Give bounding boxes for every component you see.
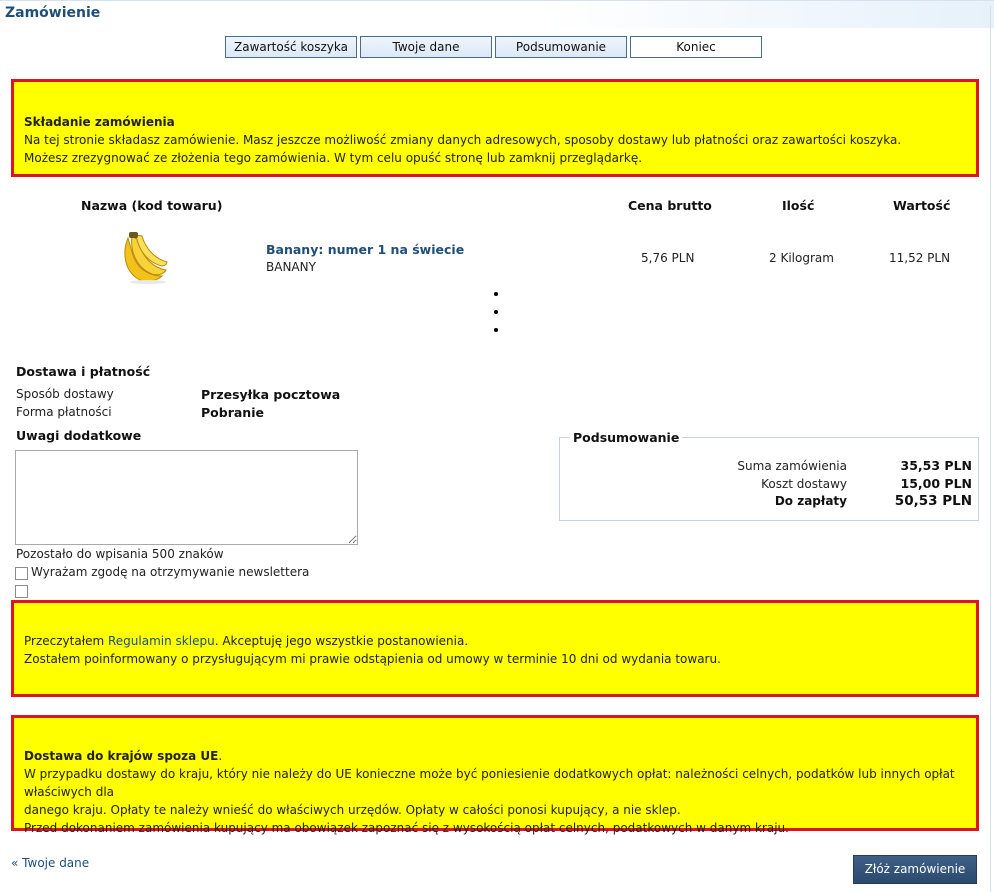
- shipping-cost-value: 15,00 PLN: [900, 476, 972, 491]
- eu-delivery-notice: Dostawa do krajów spoza UE. W przypadku …: [11, 715, 979, 835]
- eu-notice-heading: Dostawa do krajów spoza UE: [24, 749, 219, 763]
- order-sum-label: Suma zamówienia: [737, 459, 847, 473]
- step-your-data[interactable]: Twoje dane: [360, 36, 492, 58]
- ellipsis-dot: [494, 292, 498, 296]
- product-qty: 2 Kilogram: [769, 251, 834, 265]
- shipping-cost-label: Koszt dostawy: [761, 477, 847, 491]
- order-notice-line1: Na tej stronie składasz zamówienie. Masz…: [24, 133, 902, 147]
- content-border: [990, 6, 991, 892]
- payment-method-label: Forma płatności: [16, 405, 112, 419]
- step-summary[interactable]: Podsumowanie: [495, 36, 627, 58]
- order-notice-line2: Możesz zrezygnować ze złożenia tego zamó…: [24, 151, 643, 165]
- shipping-method-value: Przesyłka pocztowa: [201, 387, 341, 402]
- eu-notice-heading-dot: .: [218, 749, 223, 763]
- back-to-your-data-link[interactable]: « Twoje dane: [11, 856, 89, 870]
- product-value: 11,52 PLN: [889, 251, 951, 265]
- ellipsis-dot: [494, 328, 498, 332]
- banana-image: [124, 232, 168, 284]
- total-label: Do zapłaty: [774, 494, 847, 508]
- terms-suffix: . Akceptuję jego wszystkie postanowienia…: [214, 634, 469, 648]
- terms-checkbox[interactable]: [15, 585, 28, 598]
- delivery-section-title: Dostawa i płatność: [16, 364, 151, 379]
- step-cart-contents[interactable]: Zawartość koszyka: [225, 36, 357, 58]
- order-sum-value: 35,53 PLN: [900, 458, 972, 473]
- newsletter-checkbox[interactable]: [15, 567, 28, 580]
- terms-line2: Zostałem poinformowany o przysługującym …: [24, 652, 721, 666]
- column-header-value: Wartość: [893, 198, 951, 213]
- ellipsis-dot: [494, 310, 498, 314]
- notes-textarea[interactable]: [15, 450, 358, 545]
- order-notice: Składanie zamówienia Na tej stronie skła…: [11, 79, 979, 177]
- eu-notice-line1: W przypadku dostawy do kraju, który nie …: [24, 767, 955, 799]
- step-end[interactable]: Koniec: [630, 36, 762, 58]
- column-header-qty: Ilość: [782, 198, 815, 213]
- terms-prefix: Przeczytałem: [24, 634, 108, 648]
- column-header-price: Cena brutto: [628, 198, 712, 213]
- summary-title: Podsumowanie: [570, 430, 683, 445]
- total-value: 50,53 PLN: [894, 493, 972, 509]
- notes-section-title: Uwagi dodatkowe: [16, 428, 142, 443]
- column-header-name: Nazwa (kod towaru): [81, 198, 223, 213]
- product-name-link[interactable]: Banany: numer 1 na świecie: [266, 242, 464, 257]
- order-summary-box: Podsumowanie Suma zamówienia 35,53 PLN K…: [559, 430, 979, 521]
- header-bar: [0, 0, 994, 28]
- submit-order-button[interactable]: Złóż zamówienie: [853, 855, 977, 884]
- terms-link[interactable]: Regulamin sklepu: [108, 634, 215, 648]
- eu-notice-line3: Przed dokonaniem zamówienia kupujący ma …: [24, 821, 789, 835]
- payment-method-value: Pobranie: [201, 405, 264, 420]
- product-code: BANANY: [266, 260, 316, 274]
- notes-remaining-chars: Pozostało do wpisania 500 znaków: [16, 547, 224, 561]
- order-notice-heading: Składanie zamówienia: [24, 115, 175, 129]
- terms-notice: Przeczytałem Regulamin sklepu. Akceptuję…: [11, 600, 979, 697]
- shipping-method-label: Sposób dostawy: [16, 387, 114, 401]
- newsletter-label: Wyrażam zgodę na otrzymywanie newsletter…: [31, 565, 310, 579]
- eu-notice-line2: danego kraju. Opłaty te należy wnieść do…: [24, 803, 681, 817]
- page-title: Zamówienie: [5, 5, 101, 21]
- product-price: 5,76 PLN: [641, 251, 695, 265]
